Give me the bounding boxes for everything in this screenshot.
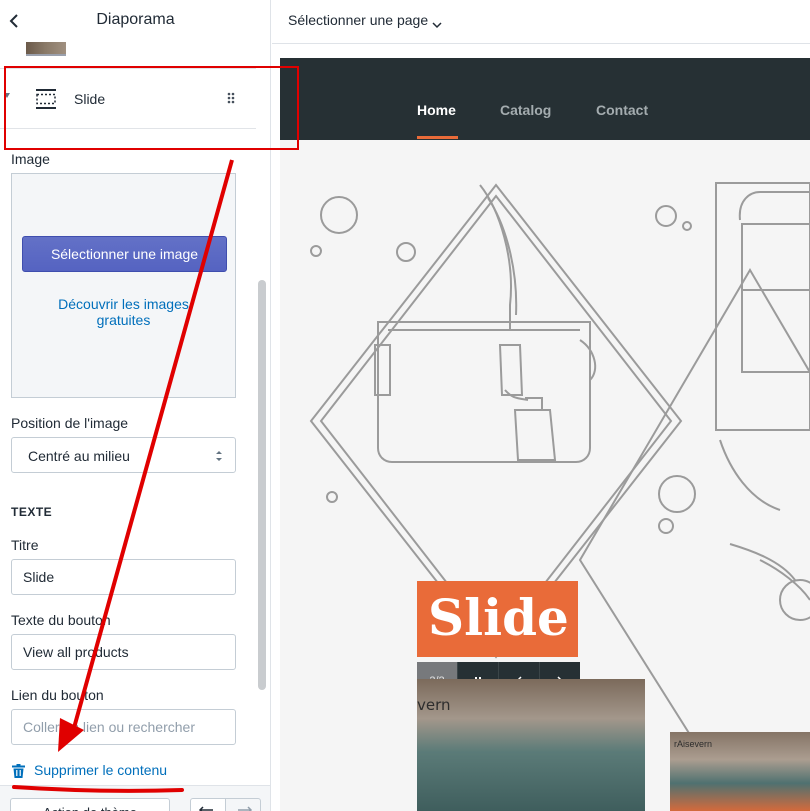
select-image-button[interactable]: Sélectionner une image	[22, 236, 227, 272]
image-picker: Sélectionner une image Découvrir les ima…	[11, 173, 236, 398]
site-navigation: Home Catalog Contact	[280, 58, 810, 140]
trash-icon	[12, 764, 25, 778]
slide-item-label: Slide	[74, 91, 106, 107]
button-link-label: Lien du bouton	[11, 687, 104, 703]
photo-brand-text: rAisevern	[674, 739, 713, 749]
theme-actions-button[interactable]: Action de thème	[10, 798, 170, 811]
photo-brand-text: vern	[417, 696, 451, 714]
redo-icon	[238, 806, 253, 811]
chevron-down-icon[interactable]	[432, 16, 442, 29]
button-text-label: Texte du bouton	[11, 612, 111, 628]
undo-icon	[198, 806, 213, 811]
theme-editor-sidebar: Diaporama Slide Image Sélectionner une i…	[0, 0, 271, 811]
title-input[interactable]: Slide	[11, 559, 236, 595]
nav-link-home[interactable]: Home	[417, 102, 456, 118]
slide-title: Slide	[428, 588, 569, 647]
sidebar-footer: Action de thème	[0, 785, 270, 811]
slide-title-box: Slide	[417, 581, 578, 657]
product-photo[interactable]: rAisevern	[670, 732, 810, 811]
undo-button[interactable]	[190, 798, 226, 811]
storefront-preview: Home Catalog Contact Slide vern rAisever…	[280, 58, 810, 811]
slide-section-icon	[35, 89, 57, 109]
drag-handle-icon[interactable]	[226, 91, 236, 105]
nav-link-catalog[interactable]: Catalog	[500, 102, 551, 118]
sidebar-title: Diaporama	[96, 11, 175, 28]
slideshow-hero: Slide 2/2	[280, 140, 810, 811]
image-position-value: Centré au milieu	[28, 448, 130, 464]
free-images-link[interactable]: Découvrir les images gratuites	[12, 296, 235, 328]
redo-button[interactable]	[225, 798, 261, 811]
text-section-heading: TEXTE	[11, 505, 53, 519]
page-selector[interactable]: Sélectionner une page	[288, 12, 428, 28]
previous-item-thumbnail[interactable]	[26, 40, 66, 56]
nav-link-contact[interactable]: Contact	[596, 102, 648, 118]
title-field-label: Titre	[11, 537, 39, 553]
image-field-label: Image	[11, 151, 50, 167]
image-position-label: Position de l'image	[11, 415, 129, 431]
collapse-caret-icon[interactable]	[4, 93, 10, 98]
sidebar-header: Diaporama	[0, 0, 270, 42]
select-arrows-icon	[215, 449, 223, 463]
product-photo[interactable]: vern	[417, 679, 645, 811]
button-link-input[interactable]: Coller un lien ou rechercher	[11, 709, 236, 745]
preview-topbar: Sélectionner une page	[272, 0, 810, 44]
slide-block-item[interactable]: Slide	[0, 68, 256, 129]
button-text-input[interactable]: View all products	[11, 634, 236, 670]
active-nav-underline	[417, 136, 458, 139]
delete-content-label: Supprimer le contenu	[34, 762, 168, 778]
image-position-select[interactable]: Centré au milieu	[11, 437, 236, 473]
sidebar-scrollbar[interactable]	[258, 280, 266, 690]
